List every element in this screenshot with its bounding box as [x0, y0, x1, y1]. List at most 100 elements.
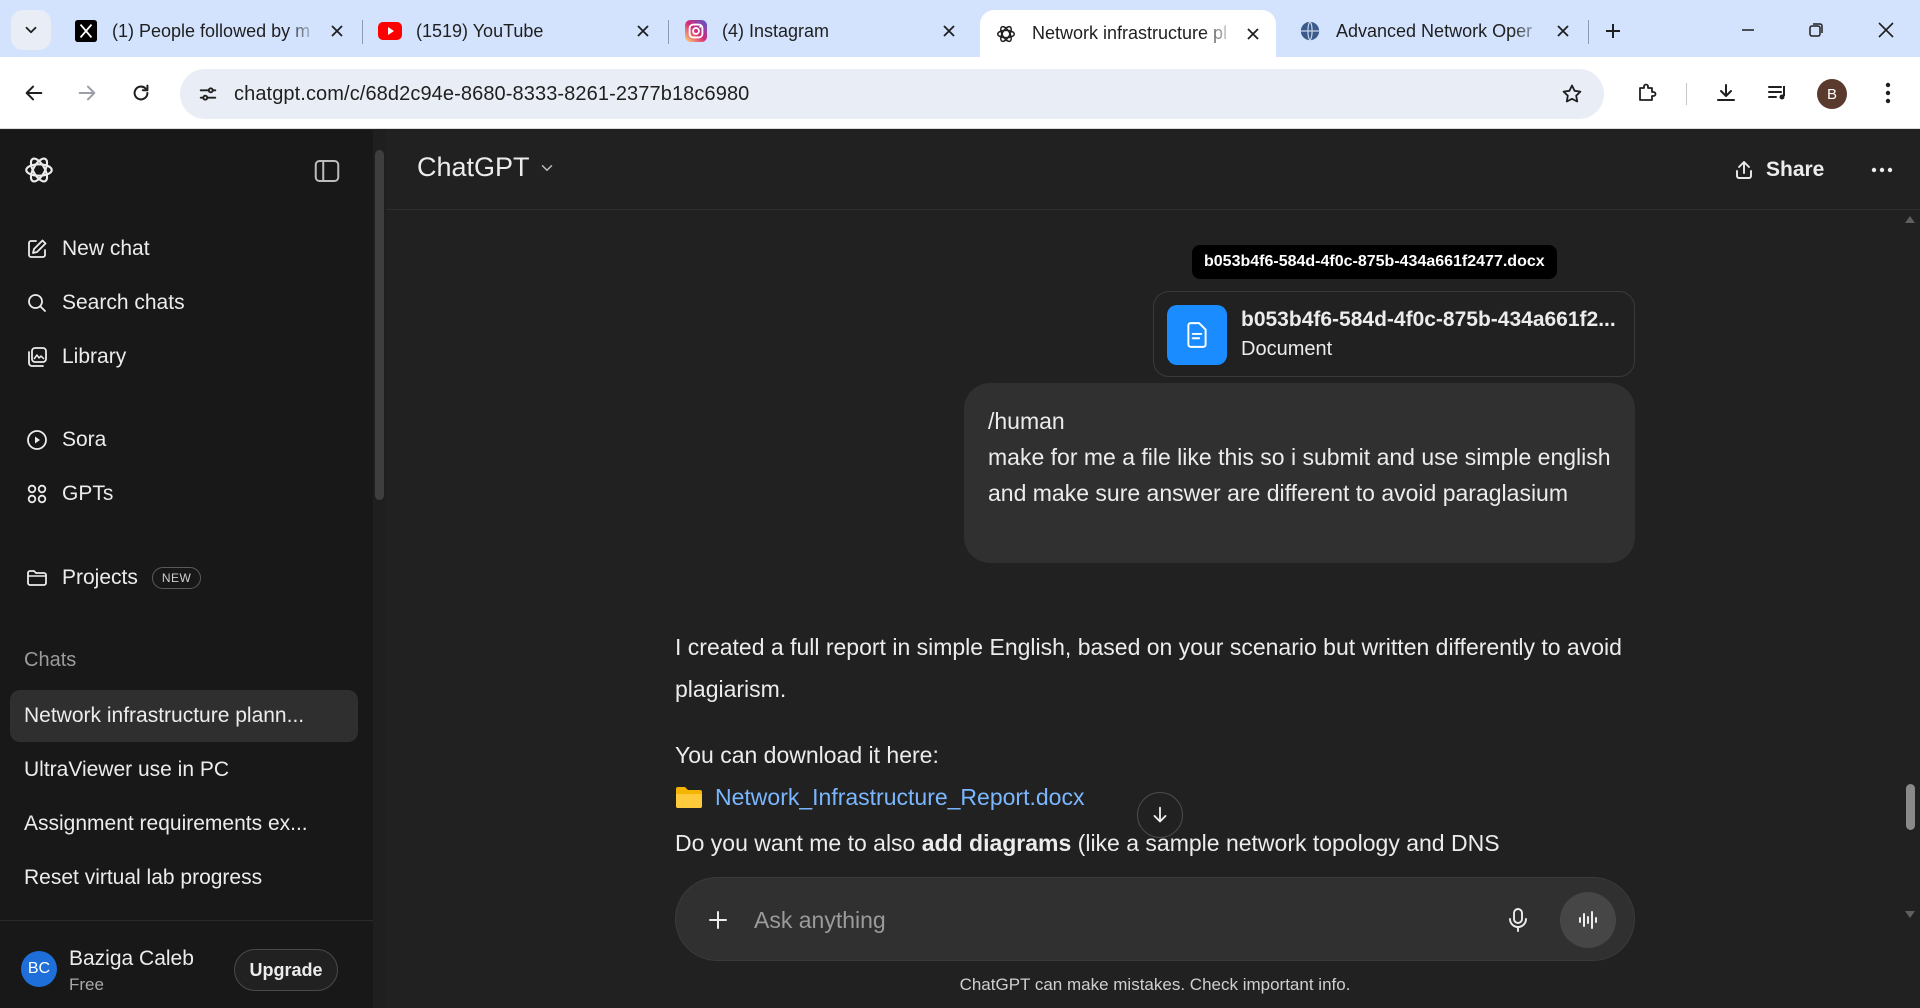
- sidebar-item-sora[interactable]: Sora: [10, 418, 358, 462]
- prompt-input[interactable]: [754, 900, 1454, 940]
- tab-search-button[interactable]: [11, 10, 51, 50]
- tab-title: (1519) YouTube: [416, 20, 544, 41]
- url-text[interactable]: chatgpt.com/c/68d2c94e-8680-8333-8261-23…: [234, 83, 1552, 106]
- document-icon: [1167, 305, 1227, 365]
- close-tab-icon[interactable]: [938, 20, 960, 42]
- download-file-name[interactable]: Network_Infrastructure_Report.docx: [715, 776, 1084, 818]
- browser-toolbar: chatgpt.com/c/68d2c94e-8680-8333-8261-23…: [0, 57, 1920, 129]
- chat-item-label: UltraViewer use in PC: [24, 758, 230, 781]
- share-label: Share: [1766, 158, 1825, 181]
- sidebar-item-label: New chat: [62, 237, 150, 260]
- back-button[interactable]: [14, 73, 54, 113]
- microphone-icon: [1509, 908, 1527, 932]
- search-icon: [24, 290, 50, 316]
- attachment-card[interactable]: b053b4f6-584d-4f0c-875b-434a661f2... Doc…: [1153, 291, 1635, 377]
- chat-item-label: Reset virtual lab progress: [24, 866, 263, 889]
- more-options-button[interactable]: [1864, 152, 1900, 188]
- sidebar-item-label: Projects: [62, 566, 138, 589]
- sidebar-scrollbar[interactable]: [373, 130, 386, 1008]
- downloads-button[interactable]: [1706, 73, 1746, 113]
- user-account-footer[interactable]: BC Baziga Caleb Free Upgrade: [0, 920, 373, 1008]
- chat-item-label: Network infrastructure plann...: [24, 704, 305, 727]
- restore-button[interactable]: [1788, 8, 1844, 52]
- forward-button[interactable]: [67, 73, 107, 113]
- sidebar-toggle-icon[interactable]: [312, 156, 342, 186]
- openai-icon: [994, 22, 1018, 46]
- scroll-down-arrow-icon[interactable]: [1904, 910, 1916, 920]
- chat-item[interactable]: Reset virtual lab progress: [10, 852, 358, 904]
- chevron-down-icon: [25, 26, 37, 34]
- tab-separator: [668, 20, 669, 44]
- sidebar-item-new-chat[interactable]: New chat: [10, 227, 358, 271]
- address-bar[interactable]: chatgpt.com/c/68d2c94e-8680-8333-8261-23…: [180, 69, 1604, 119]
- new-badge: NEW: [151, 567, 202, 589]
- attachment-type: Document: [1241, 338, 1333, 360]
- sidebar-item-label: Sora: [62, 428, 107, 451]
- tab-separator: [1588, 20, 1589, 44]
- tab-separator: [362, 20, 363, 44]
- restore-icon: [1809, 23, 1823, 37]
- scroll-to-bottom-button[interactable]: [1137, 792, 1183, 838]
- browser-tab-network-ops[interactable]: Advanced Network Oper: [1284, 10, 1586, 52]
- arrow-right-icon: [78, 85, 96, 101]
- sidebar-item-gpts[interactable]: GPTs: [10, 472, 358, 516]
- waveform-icon: [1579, 911, 1597, 929]
- chat-item[interactable]: Assignment requirements ex...: [10, 798, 358, 850]
- user-name: Baziga Caleb: [69, 947, 194, 970]
- attachment-tooltip: b053b4f6-584d-4f0c-875b-434a661f2477.doc…: [1192, 245, 1557, 279]
- reload-button[interactable]: [121, 73, 161, 113]
- close-tab-icon[interactable]: [1552, 20, 1574, 42]
- extensions-button[interactable]: [1627, 73, 1667, 113]
- chatgpt-logo-icon[interactable]: [22, 153, 56, 187]
- tab-title: (4) Instagram: [722, 20, 830, 41]
- chat-item-active[interactable]: Network infrastructure plann...: [10, 690, 358, 742]
- voice-mode-button[interactable]: [1560, 892, 1616, 948]
- close-tab-icon[interactable]: [632, 20, 654, 42]
- upgrade-button[interactable]: Upgrade: [234, 949, 338, 991]
- user-plan: Free: [69, 975, 104, 994]
- conversation-scrollbar-thumb[interactable]: [1906, 784, 1915, 830]
- dictate-button[interactable]: [1498, 900, 1538, 940]
- tab-title: Advanced Network Oper: [1336, 20, 1533, 41]
- browser-tab-x[interactable]: (1) People followed by m: [60, 10, 360, 52]
- browser-tab-instagram[interactable]: (4) Instagram: [670, 10, 972, 52]
- disclaimer-text: ChatGPT can make mistakes. Check importa…: [959, 975, 1351, 994]
- close-icon: [1878, 22, 1894, 38]
- close-window-button[interactable]: [1858, 8, 1914, 52]
- assistant-paragraph: I created a full report in simple Englis…: [675, 634, 1622, 702]
- assistant-text: (like a sample network topology and DNS: [1071, 830, 1500, 856]
- scroll-up-arrow-icon[interactable]: [1904, 214, 1916, 224]
- chat-item[interactable]: UltraViewer use in PC: [10, 744, 358, 796]
- sidebar-item-projects[interactable]: Projects NEW: [10, 556, 358, 600]
- browser-tab-youtube[interactable]: (1519) YouTube: [364, 10, 666, 52]
- add-attachment-button[interactable]: [698, 900, 738, 940]
- chats-section-label: Chats: [24, 649, 77, 671]
- tab-title: Network infrastructure pl: [1032, 23, 1228, 43]
- sidebar-scrollbar-thumb[interactable]: [375, 150, 384, 500]
- bookmark-star-icon[interactable]: [1552, 74, 1592, 114]
- conversation-scrollbar[interactable]: [1900, 210, 1920, 1008]
- x-logo-icon: [74, 19, 98, 43]
- profile-avatar[interactable]: B: [1817, 79, 1847, 109]
- close-tab-icon[interactable]: [1242, 23, 1264, 45]
- reload-icon: [133, 84, 149, 101]
- avatar[interactable]: BC: [21, 951, 57, 987]
- model-selector[interactable]: ChatGPT: [417, 152, 556, 183]
- chat-header: ChatGPT Share: [386, 130, 1920, 210]
- new-tab-button[interactable]: [1595, 13, 1631, 49]
- browser-tab-chatgpt-active[interactable]: Network infrastructure pl: [980, 10, 1276, 57]
- library-icon: [24, 344, 50, 370]
- puzzle-icon: [1639, 83, 1657, 101]
- chevron-down-icon: [541, 164, 552, 171]
- close-tab-icon[interactable]: [326, 20, 348, 42]
- sidebar-item-library[interactable]: Library: [10, 335, 358, 379]
- sidebar-item-search-chats[interactable]: Search chats: [10, 281, 358, 325]
- edit-icon: [24, 236, 50, 262]
- toolbar-divider: [1686, 83, 1687, 105]
- minimize-button[interactable]: [1720, 8, 1776, 52]
- share-button[interactable]: Share: [1732, 152, 1824, 188]
- kebab-menu-icon: [1885, 82, 1891, 104]
- site-settings-icon[interactable]: [188, 74, 228, 114]
- browser-menu-button[interactable]: [1868, 73, 1908, 113]
- media-controls-button[interactable]: [1758, 73, 1798, 113]
